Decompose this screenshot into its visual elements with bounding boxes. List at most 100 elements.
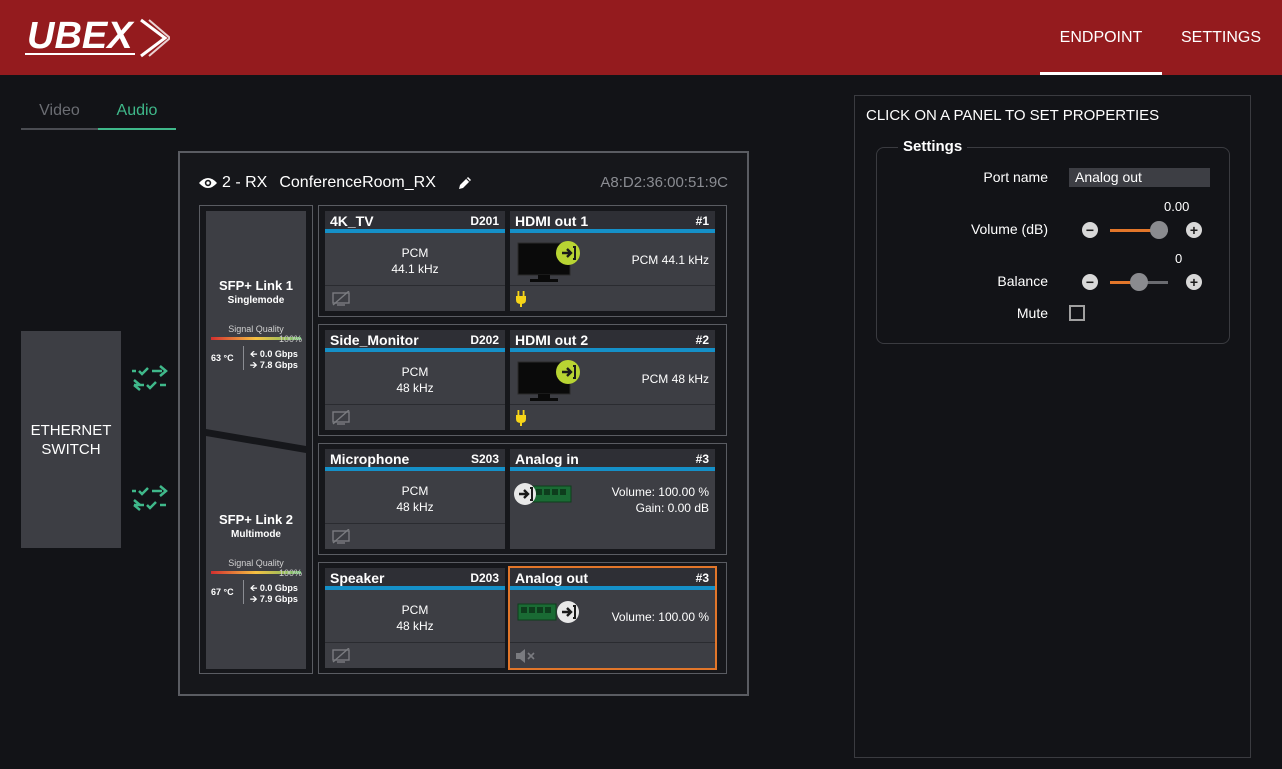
panel-header: Side_Monitor D202 (325, 330, 505, 352)
analog-connector-output-icon (517, 601, 579, 623)
panel-name: Analog out (515, 570, 589, 586)
volume-slider-thumb[interactable] (1150, 221, 1169, 239)
power-plug-icon (516, 410, 526, 426)
panel-name: Microphone (330, 451, 410, 467)
output-info: PCM 48 kHz (641, 372, 709, 386)
volume-increase-button[interactable]: + (1186, 222, 1202, 238)
monitor-icon (517, 241, 580, 282)
volume-slider[interactable] (1110, 221, 1169, 239)
audio-format-type: PCM (401, 603, 429, 617)
balance-value: 0 (1175, 251, 1183, 266)
sfp-mode: Multimode (231, 529, 281, 540)
sfp-temp: 67 °C (211, 587, 234, 597)
port-name-input[interactable] (1069, 168, 1210, 187)
mute-checkbox[interactable] (1069, 305, 1085, 321)
ethernet-switch[interactable]: ETHERNET SWITCH (21, 331, 121, 548)
audio-format: PCM 44.1 kHz (325, 245, 505, 277)
output-panel-hdmi-out-1[interactable]: HDMI out 1 #1 PCM 44.1 kHz (510, 211, 715, 311)
arrow-right-icon: 🡪 (250, 594, 258, 604)
volume-value: 0.00 (1164, 199, 1190, 214)
source-panel-microphone[interactable]: Microphone S203 PCM 48 kHz (325, 449, 505, 549)
audio-format-rate: 44.1 kHz (391, 262, 439, 276)
pencil-icon[interactable] (456, 174, 474, 192)
link2-status-icon (132, 485, 168, 511)
sfp-title: SFP+ Link 2 (218, 512, 294, 527)
panel-name: Analog in (515, 451, 579, 467)
device-name: ConferenceRoom_RX (279, 174, 436, 191)
sfp-tx: 🡪 7.9 Gbps (250, 592, 298, 608)
source-panel-4k-tv[interactable]: 4K_TV D201 PCM 44.1 kHz (325, 211, 505, 311)
audio-format-type: PCM (401, 246, 429, 260)
sfp-temp: 63 °C (211, 353, 234, 363)
balance-slider-thumb[interactable] (1130, 273, 1148, 291)
panel-code: #2 (695, 333, 709, 347)
audio-format: PCM 48 kHz (325, 483, 505, 515)
volume-label: Volume (dB) (970, 221, 1048, 237)
source-panel-side-monitor[interactable]: Side_Monitor D202 PCM 48 kHz (325, 330, 505, 430)
audio-format-type: PCM (401, 365, 429, 379)
panel-code: D203 (470, 571, 499, 585)
output-panel-analog-out[interactable]: Analog out #3 Volume: 100.00 % (508, 566, 717, 670)
settings-legend: Settings (898, 138, 968, 155)
port-name-label: Port name (983, 169, 1048, 185)
device-id: 2 - RX (222, 174, 268, 191)
arrow-right-icon: 🡪 (250, 360, 258, 370)
panel-footer (510, 285, 715, 311)
panel-header: Speaker D203 (325, 568, 505, 590)
ethernet-switch-label-1: ETHERNET (30, 421, 112, 439)
sfp-link-2[interactable]: SFP+ Link 2 Multimode Signal Quality 100… (206, 512, 306, 578)
balance-label: Balance (997, 273, 1048, 289)
panel-name: Side_Monitor (330, 332, 419, 348)
panel-code: #1 (695, 214, 709, 228)
balance-decrease-button[interactable]: − (1082, 274, 1098, 290)
signal-quality-pct: 100% (278, 334, 302, 344)
signal-quality-label: Signal Quality (228, 324, 284, 334)
balance-slider[interactable] (1110, 273, 1168, 291)
panel-footer (510, 404, 715, 430)
properties-title: CLICK ON A PANEL TO SET PROPERTIES (866, 107, 1160, 124)
link1-status-icon (132, 365, 168, 391)
tab-video[interactable]: Video (21, 100, 98, 130)
panel-footer (325, 523, 505, 549)
panel-header: Analog in #3 (510, 449, 715, 471)
analog-connector-input-icon (514, 483, 572, 505)
sfp-link-1[interactable]: SFP+ Link 1 Singlemode Signal Quality 10… (206, 278, 306, 344)
monitor-icon (517, 360, 580, 401)
panel-footer (510, 642, 715, 668)
input-panel-analog-in[interactable]: Analog in #3 Volume: 100.00 % Gain: 0.00… (510, 449, 715, 549)
sfp-title: SFP+ Link 1 (218, 278, 294, 293)
panel-name: HDMI out 2 (515, 332, 589, 348)
device-mac: A8:D2:36:00:51:9C (600, 174, 728, 191)
sfp-tx-value: 7.8 Gbps (259, 360, 298, 370)
nav-settings[interactable]: SETTINGS (1170, 0, 1272, 75)
audio-format: PCM 48 kHz (325, 364, 505, 396)
panel-code: #3 (695, 452, 709, 466)
panel-name: Speaker (330, 570, 385, 586)
input-volume: Volume: 100.00 % (611, 485, 709, 499)
ubex-logo[interactable]: UBEX (25, 12, 170, 62)
eye-icon[interactable] (198, 176, 218, 190)
source-panel-speaker[interactable]: Speaker D203 PCM 48 kHz (325, 568, 505, 668)
panel-header: 4K_TV D201 (325, 211, 505, 233)
divider (243, 580, 244, 604)
balance-increase-button[interactable]: + (1186, 274, 1202, 290)
properties-panel: CLICK ON A PANEL TO SET PROPERTIES Setti… (854, 95, 1251, 758)
panel-footer (325, 285, 505, 311)
settings-group: Settings Port name 0.00 Volume (dB) − + … (876, 138, 1230, 344)
audio-format-rate: 48 kHz (396, 500, 434, 514)
sfp-mode: Singlemode (227, 295, 285, 306)
output-panel-hdmi-out-2[interactable]: HDMI out 2 #2 PCM 48 kHz (510, 330, 715, 430)
signal-quality-pct: 100% (278, 568, 302, 578)
panel-name: 4K_TV (330, 213, 374, 229)
panel-code: D202 (470, 333, 499, 347)
audio-format-rate: 48 kHz (396, 619, 434, 633)
speaker-muted-icon (516, 649, 535, 663)
panel-footer (325, 404, 505, 430)
nav-endpoint[interactable]: ENDPOINT (1040, 0, 1162, 75)
tab-audio[interactable]: Audio (98, 100, 176, 130)
panel-code: D201 (470, 214, 499, 228)
divider (243, 346, 244, 370)
mute-label: Mute (1016, 305, 1048, 321)
panel-header: HDMI out 1 #1 (510, 211, 715, 233)
volume-decrease-button[interactable]: − (1082, 222, 1098, 238)
